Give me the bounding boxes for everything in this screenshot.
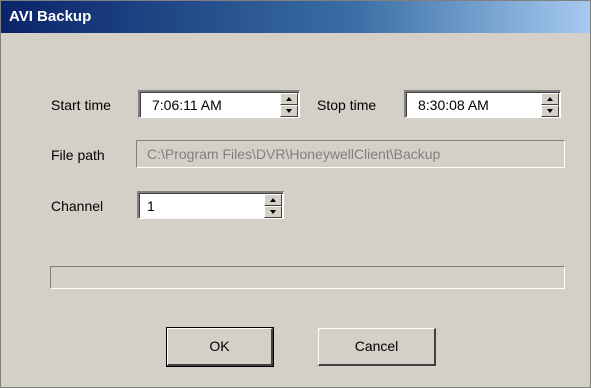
channel-decrement-button[interactable] bbox=[264, 206, 282, 218]
title-bar[interactable]: AVI Backup bbox=[1, 1, 590, 33]
start-time-label: Start time bbox=[51, 97, 111, 113]
stop-time-value[interactable]: 8:30:08 AM bbox=[418, 97, 489, 113]
channel-increment-button[interactable] bbox=[264, 194, 282, 206]
stop-time-increment-button[interactable] bbox=[541, 93, 559, 105]
cancel-button[interactable]: Cancel bbox=[318, 328, 436, 366]
arrow-up-icon bbox=[547, 97, 553, 101]
file-path-label: File path bbox=[51, 147, 105, 163]
channel-label: Channel bbox=[51, 198, 104, 214]
stop-time-spin-buttons bbox=[541, 93, 559, 117]
arrow-down-icon bbox=[270, 210, 276, 214]
start-time-spinner[interactable]: 7:06:11 AM bbox=[138, 90, 300, 118]
arrow-down-icon bbox=[547, 109, 553, 113]
backup-progress-bar bbox=[50, 266, 565, 289]
start-time-decrement-button[interactable] bbox=[280, 105, 298, 117]
arrow-down-icon bbox=[286, 109, 292, 113]
channel-spin-buttons bbox=[264, 194, 282, 218]
window-title: AVI Backup bbox=[9, 8, 92, 25]
start-time-spin-buttons bbox=[280, 93, 298, 117]
stop-time-decrement-button[interactable] bbox=[541, 105, 559, 117]
ok-button[interactable]: OK bbox=[166, 327, 274, 367]
channel-value[interactable]: 1 bbox=[147, 198, 155, 214]
channel-spinner[interactable]: 1 bbox=[137, 191, 284, 219]
start-time-value[interactable]: 7:06:11 AM bbox=[152, 97, 222, 113]
avi-backup-dialog: AVI Backup Start time 7:06:11 AM Stop ti… bbox=[0, 0, 591, 388]
file-path-field: C:\Program Files\DVR\HoneywellClient\Bac… bbox=[136, 140, 565, 168]
stop-time-spinner[interactable]: 8:30:08 AM bbox=[404, 90, 561, 118]
arrow-up-icon bbox=[270, 198, 276, 202]
file-path-value: C:\Program Files\DVR\HoneywellClient\Bac… bbox=[147, 146, 441, 162]
arrow-up-icon bbox=[286, 97, 292, 101]
start-time-increment-button[interactable] bbox=[280, 93, 298, 105]
stop-time-label: Stop time bbox=[317, 97, 377, 113]
